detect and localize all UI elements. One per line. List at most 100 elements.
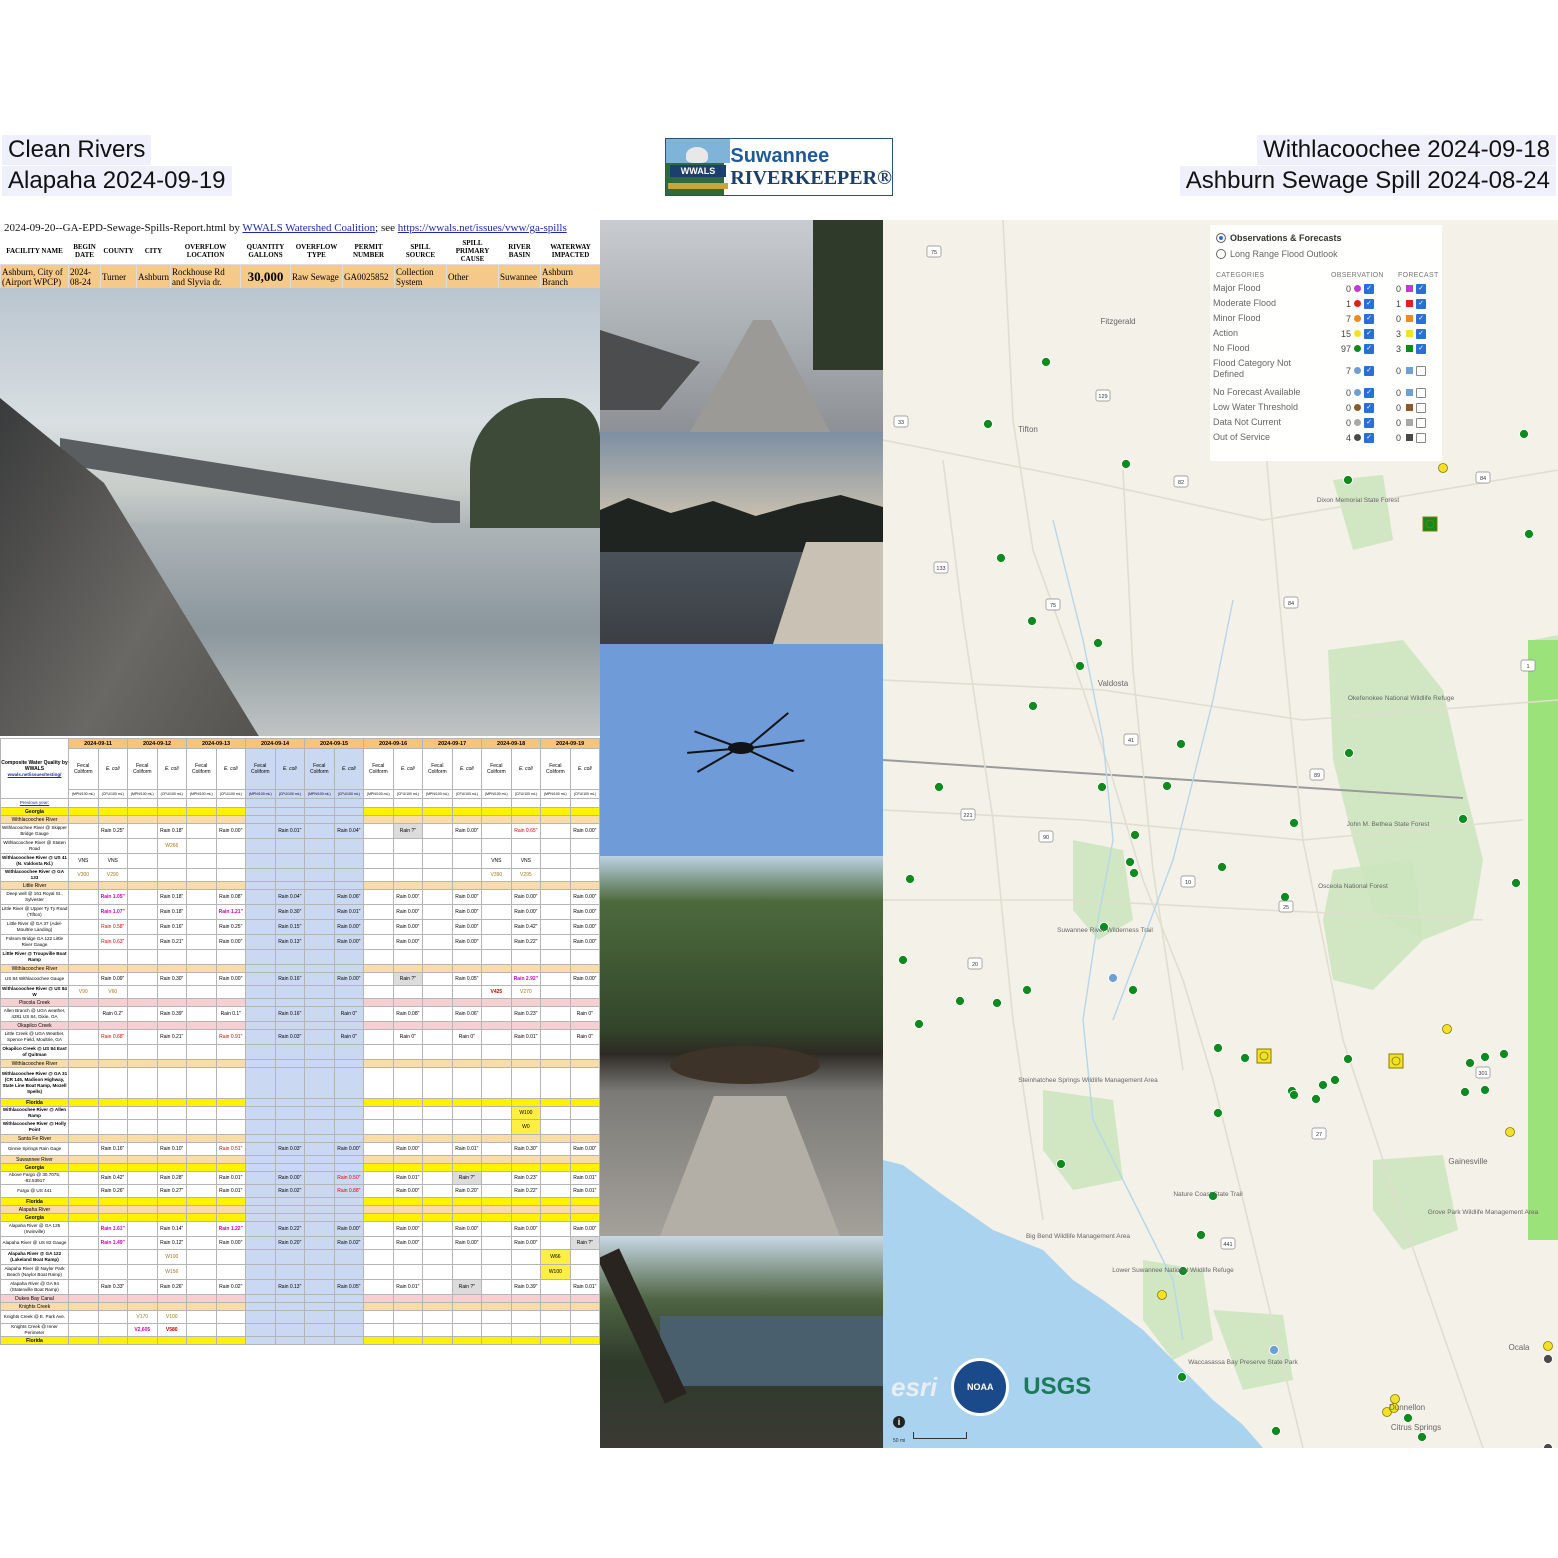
gauge-marker[interactable]	[1403, 1413, 1413, 1423]
gauge-marker[interactable]	[1027, 616, 1037, 626]
legend-fc-checkbox[interactable]: ✓	[1416, 344, 1426, 354]
gauge-marker[interactable]	[1480, 1052, 1490, 1062]
gauge-marker[interactable]	[1176, 739, 1186, 749]
legend-obs-checkbox[interactable]: ✓	[1364, 403, 1374, 413]
legend-obs-checkbox[interactable]: ✓	[1364, 418, 1374, 428]
gauge-marker[interactable]	[1121, 459, 1131, 469]
wq-cell	[510, 1336, 542, 1345]
gauge-marker[interactable]	[1280, 892, 1290, 902]
gauge-marker[interactable]	[1543, 1443, 1553, 1449]
gauge-marker[interactable]	[1271, 1426, 1281, 1436]
gauge-marker[interactable]	[1442, 1024, 1452, 1034]
gauge-marker[interactable]	[996, 553, 1006, 563]
gauge-marker[interactable]	[983, 419, 993, 429]
gauge-marker[interactable]	[1129, 868, 1139, 878]
gauge-marker[interactable]	[1511, 878, 1521, 888]
wwals-link[interactable]: WWALS Watershed Coalition	[242, 222, 375, 234]
gauge-marker[interactable]	[1289, 818, 1299, 828]
gauge-marker[interactable]	[1458, 814, 1468, 824]
legend-fc-checkbox[interactable]	[1416, 418, 1426, 428]
gauge-marker[interactable]	[1259, 1051, 1269, 1061]
gauge-marker[interactable]	[1128, 985, 1138, 995]
gauge-marker[interactable]	[1311, 1094, 1321, 1104]
wq-cell: Rain 0.00"	[392, 904, 424, 920]
gauge-marker[interactable]	[1289, 1090, 1299, 1100]
legend-fc-checkbox[interactable]	[1416, 388, 1426, 398]
gauge-marker[interactable]	[1391, 1056, 1401, 1066]
wq-testing-link[interactable]: wwals.net/issues/testing/	[2, 772, 68, 778]
gauge-marker[interactable]	[1269, 1345, 1279, 1355]
gauge-marker[interactable]	[1460, 1087, 1470, 1097]
radio-icon[interactable]	[1216, 233, 1226, 243]
gauge-marker[interactable]	[1108, 973, 1118, 983]
wq-cell	[540, 798, 571, 808]
radio-icon[interactable]	[1216, 249, 1226, 259]
gauge-marker[interactable]	[1524, 529, 1534, 539]
legend-fc-checkbox[interactable]: ✓	[1416, 299, 1426, 309]
highway-number: 20	[972, 962, 978, 968]
legend-fc-checkbox[interactable]	[1416, 433, 1426, 443]
legend-obs-checkbox[interactable]: ✓	[1364, 329, 1374, 339]
legend-fc-checkbox[interactable]	[1416, 366, 1426, 376]
gauge-marker[interactable]	[1125, 857, 1135, 867]
gauge-marker[interactable]	[1028, 701, 1038, 711]
gauge-marker[interactable]	[1465, 1058, 1475, 1068]
legend-fc-checkbox[interactable]: ✓	[1416, 314, 1426, 324]
gauge-marker[interactable]	[992, 998, 1002, 1008]
legend-fc-checkbox[interactable]	[1416, 403, 1426, 413]
legend-obs-checkbox[interactable]: ✓	[1364, 344, 1374, 354]
flood-gauge-map[interactable]: Fitzgerald Tifton Valdosta Dixon Memorial S…	[883, 220, 1558, 1448]
gauge-marker[interactable]	[1130, 830, 1140, 840]
gauge-marker[interactable]	[898, 955, 908, 965]
gauge-marker[interactable]	[1213, 1043, 1223, 1053]
gauge-marker[interactable]	[1330, 1075, 1340, 1085]
info-icon[interactable]: i	[893, 1416, 905, 1428]
gauge-marker[interactable]	[1162, 781, 1172, 791]
gauge-marker[interactable]	[1075, 661, 1085, 671]
gauge-marker[interactable]	[914, 1019, 924, 1029]
gauge-marker[interactable]	[1177, 1372, 1187, 1382]
gauge-marker[interactable]	[1097, 782, 1107, 792]
gauge-marker[interactable]	[1240, 1053, 1250, 1063]
gauge-marker[interactable]	[1480, 1085, 1490, 1095]
gauge-marker[interactable]	[1318, 1080, 1328, 1090]
wq-cell	[481, 1021, 512, 1030]
gauge-marker[interactable]	[955, 996, 965, 1006]
report-filename: 2024-09-20--GA-EPD-Sewage-Spills-Report.…	[4, 222, 243, 234]
gauge-marker[interactable]	[1438, 463, 1448, 473]
legend-fc-checkbox[interactable]: ✓	[1416, 284, 1426, 294]
gauge-marker[interactable]	[1543, 1341, 1553, 1351]
legend-fc-checkbox[interactable]: ✓	[1416, 329, 1426, 339]
wq-previous-year-link[interactable]: Previous year:	[0, 798, 69, 808]
flood-mode-option[interactable]: Observations & Forecasts	[1216, 233, 1342, 243]
ga-spills-link[interactable]: https://wwals.net/issues/vww/ga-spills	[398, 222, 567, 234]
gauge-marker[interactable]	[1041, 357, 1051, 367]
gauge-marker[interactable]	[905, 874, 915, 884]
gauge-marker[interactable]	[1425, 519, 1435, 529]
gauge-marker[interactable]	[1344, 748, 1354, 758]
gauge-marker[interactable]	[1217, 862, 1227, 872]
gauge-marker[interactable]	[1056, 1159, 1066, 1169]
gauge-marker[interactable]	[1343, 475, 1353, 485]
legend-obs-checkbox[interactable]: ✓	[1364, 388, 1374, 398]
gauge-marker[interactable]	[1519, 429, 1529, 439]
gauge-marker[interactable]	[1196, 1230, 1206, 1240]
legend-obs-checkbox[interactable]: ✓	[1364, 433, 1374, 443]
gauge-marker[interactable]	[1213, 1108, 1223, 1118]
gauge-marker[interactable]	[1499, 1049, 1509, 1059]
gauge-marker[interactable]	[1093, 638, 1103, 648]
gauge-marker[interactable]	[1505, 1127, 1515, 1137]
legend-obs-checkbox[interactable]: ✓	[1364, 284, 1374, 294]
flood-mode-option[interactable]: Long Range Flood Outlook	[1216, 249, 1338, 259]
legend-obs-count: 7	[1345, 314, 1351, 324]
scale-label: 50 mi	[893, 1438, 905, 1444]
gauge-marker[interactable]	[1022, 985, 1032, 995]
gauge-marker[interactable]	[1417, 1432, 1427, 1442]
gauge-marker[interactable]	[1157, 1290, 1167, 1300]
legend-obs-checkbox[interactable]: ✓	[1364, 366, 1374, 376]
gauge-marker[interactable]	[934, 782, 944, 792]
gauge-marker[interactable]	[1343, 1054, 1353, 1064]
legend-obs-checkbox[interactable]: ✓	[1364, 299, 1374, 309]
legend-obs-checkbox[interactable]: ✓	[1364, 314, 1374, 324]
gauge-marker[interactable]	[1543, 1354, 1553, 1364]
